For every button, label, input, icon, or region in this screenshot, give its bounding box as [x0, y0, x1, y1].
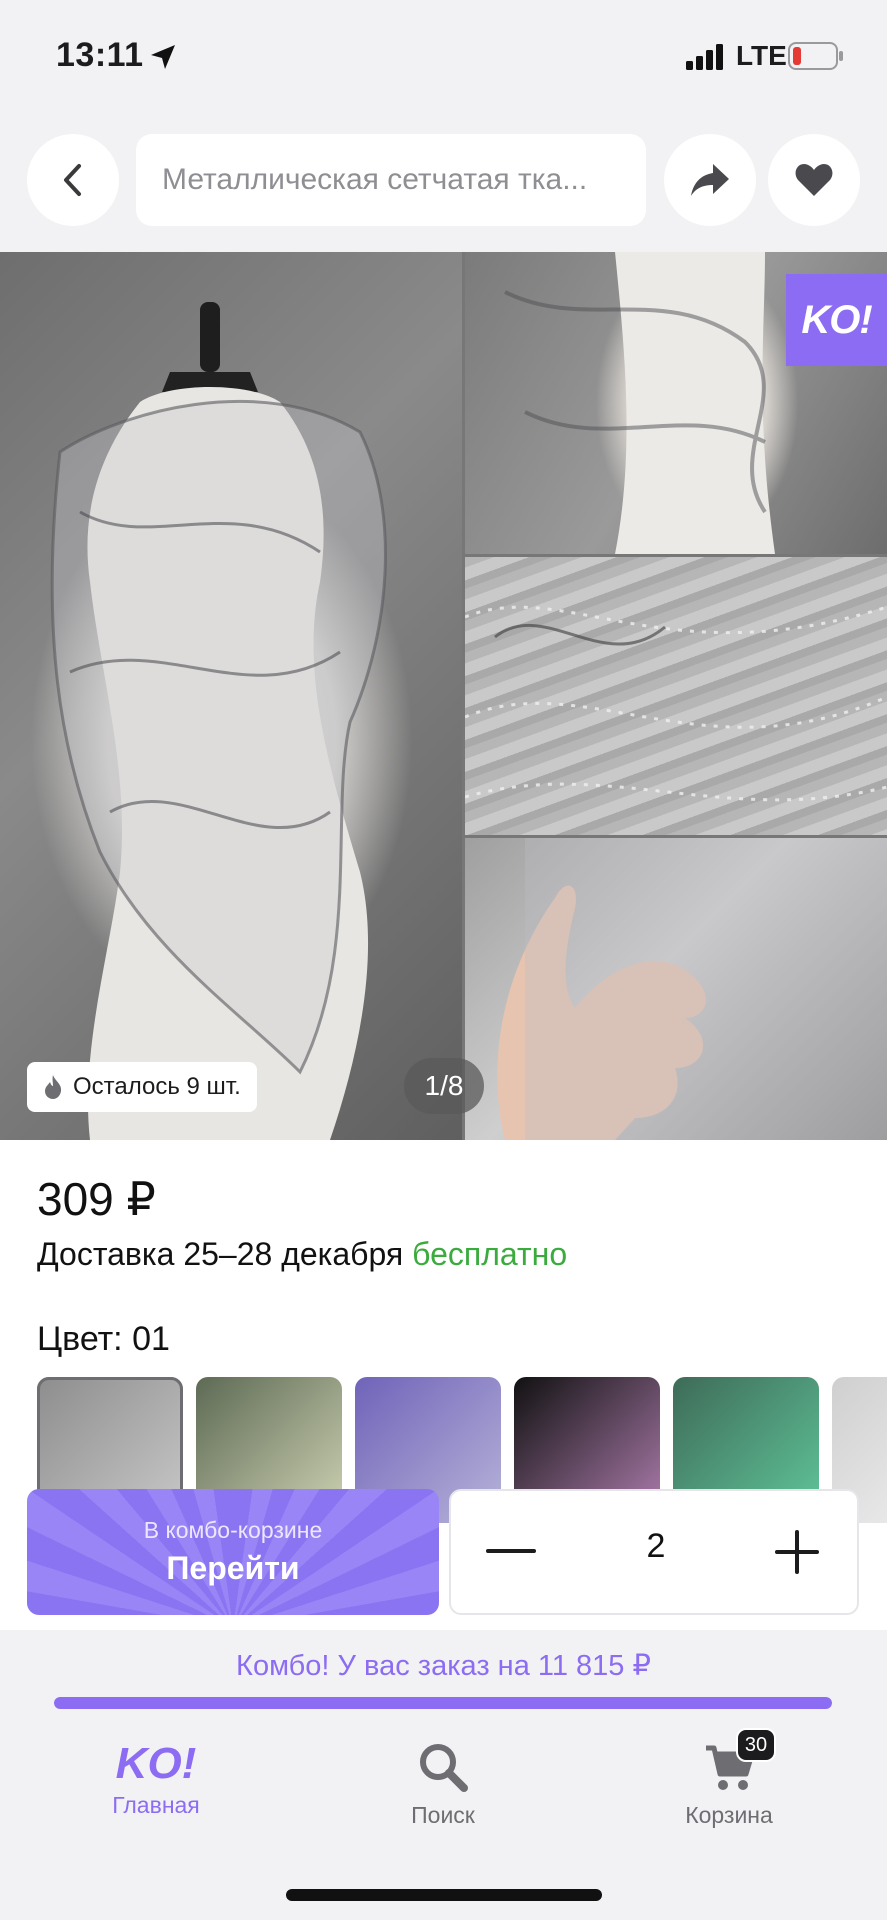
- ko-logo-icon: KO!: [116, 1740, 197, 1784]
- chevron-left-icon: [64, 164, 81, 196]
- product-photo-mannequin: [0, 252, 462, 1140]
- color-option-label: Цвет: 01: [37, 1320, 170, 1358]
- product-search-field[interactable]: Металлическая сетчатая тка...: [136, 134, 646, 226]
- combo-cart-caption: В комбо-корзине: [143, 1517, 323, 1543]
- quantity-stepper: 2: [449, 1489, 859, 1615]
- status-time: 13:11: [56, 36, 144, 74]
- minus-icon: [486, 1549, 536, 1553]
- combo-cart-go-label: Перейти: [166, 1550, 300, 1586]
- decrease-quantity-button[interactable]: [481, 1522, 541, 1582]
- tab-search[interactable]: Поиск: [343, 1740, 543, 1829]
- share-button[interactable]: [664, 134, 756, 226]
- plus-icon: [775, 1530, 819, 1574]
- photo-counter: 1/8: [404, 1058, 484, 1114]
- stock-remaining-text: Осталось 9 шт.: [73, 1073, 241, 1100]
- product-image-gallery[interactable]: KO! Осталось 9 шт. 1/8: [0, 252, 887, 1140]
- search-icon: [420, 1744, 468, 1792]
- battery-low-icon: [788, 42, 844, 70]
- increase-quantity-button[interactable]: [767, 1522, 827, 1582]
- combo-order-notice: Комбо! У вас заказ на 11 815 ₽: [0, 1630, 887, 1700]
- combo-progress-fill: [54, 1697, 832, 1709]
- share-arrow-icon: [691, 164, 729, 196]
- cart-count-badge: 30: [736, 1728, 776, 1762]
- cellular-signal-icon: [686, 44, 726, 70]
- svg-text:KO!: KO!: [116, 1740, 197, 1784]
- combo-progress-bar: [54, 1697, 832, 1709]
- search-field-text: Металлическая сетчатая тка...: [162, 163, 588, 196]
- combo-cart-go-button[interactable]: В комбо-корзине Перейти: [27, 1489, 439, 1615]
- tab-cart[interactable]: Корзина: [629, 1740, 829, 1829]
- tab-home-label: Главная: [112, 1792, 200, 1818]
- back-button[interactable]: [27, 134, 119, 226]
- tab-cart-label: Корзина: [685, 1802, 773, 1828]
- delivery-info: Доставка 25–28 декабря бесплатно: [37, 1236, 567, 1273]
- product-price: 309 ₽: [37, 1173, 156, 1225]
- flame-icon: [43, 1074, 63, 1100]
- home-indicator: [286, 1889, 602, 1901]
- delivery-dates: Доставка 25–28 декабря: [37, 1236, 413, 1272]
- tab-home[interactable]: KO! Главная: [56, 1740, 256, 1819]
- ko-promo-sticker: KO!: [786, 274, 887, 366]
- tab-search-label: Поиск: [411, 1802, 475, 1828]
- stock-remaining-badge: Осталось 9 шт.: [27, 1062, 257, 1112]
- product-photo-fabric-closeup: [465, 557, 887, 835]
- network-type: LTE: [736, 40, 787, 71]
- location-arrow-icon: [148, 42, 178, 72]
- product-photo-hand: [465, 838, 887, 1140]
- quantity-value: 2: [646, 1527, 666, 1565]
- heart-icon: [795, 164, 833, 196]
- delivery-free-label: бесплатно: [412, 1236, 568, 1272]
- favorite-button[interactable]: [768, 134, 860, 226]
